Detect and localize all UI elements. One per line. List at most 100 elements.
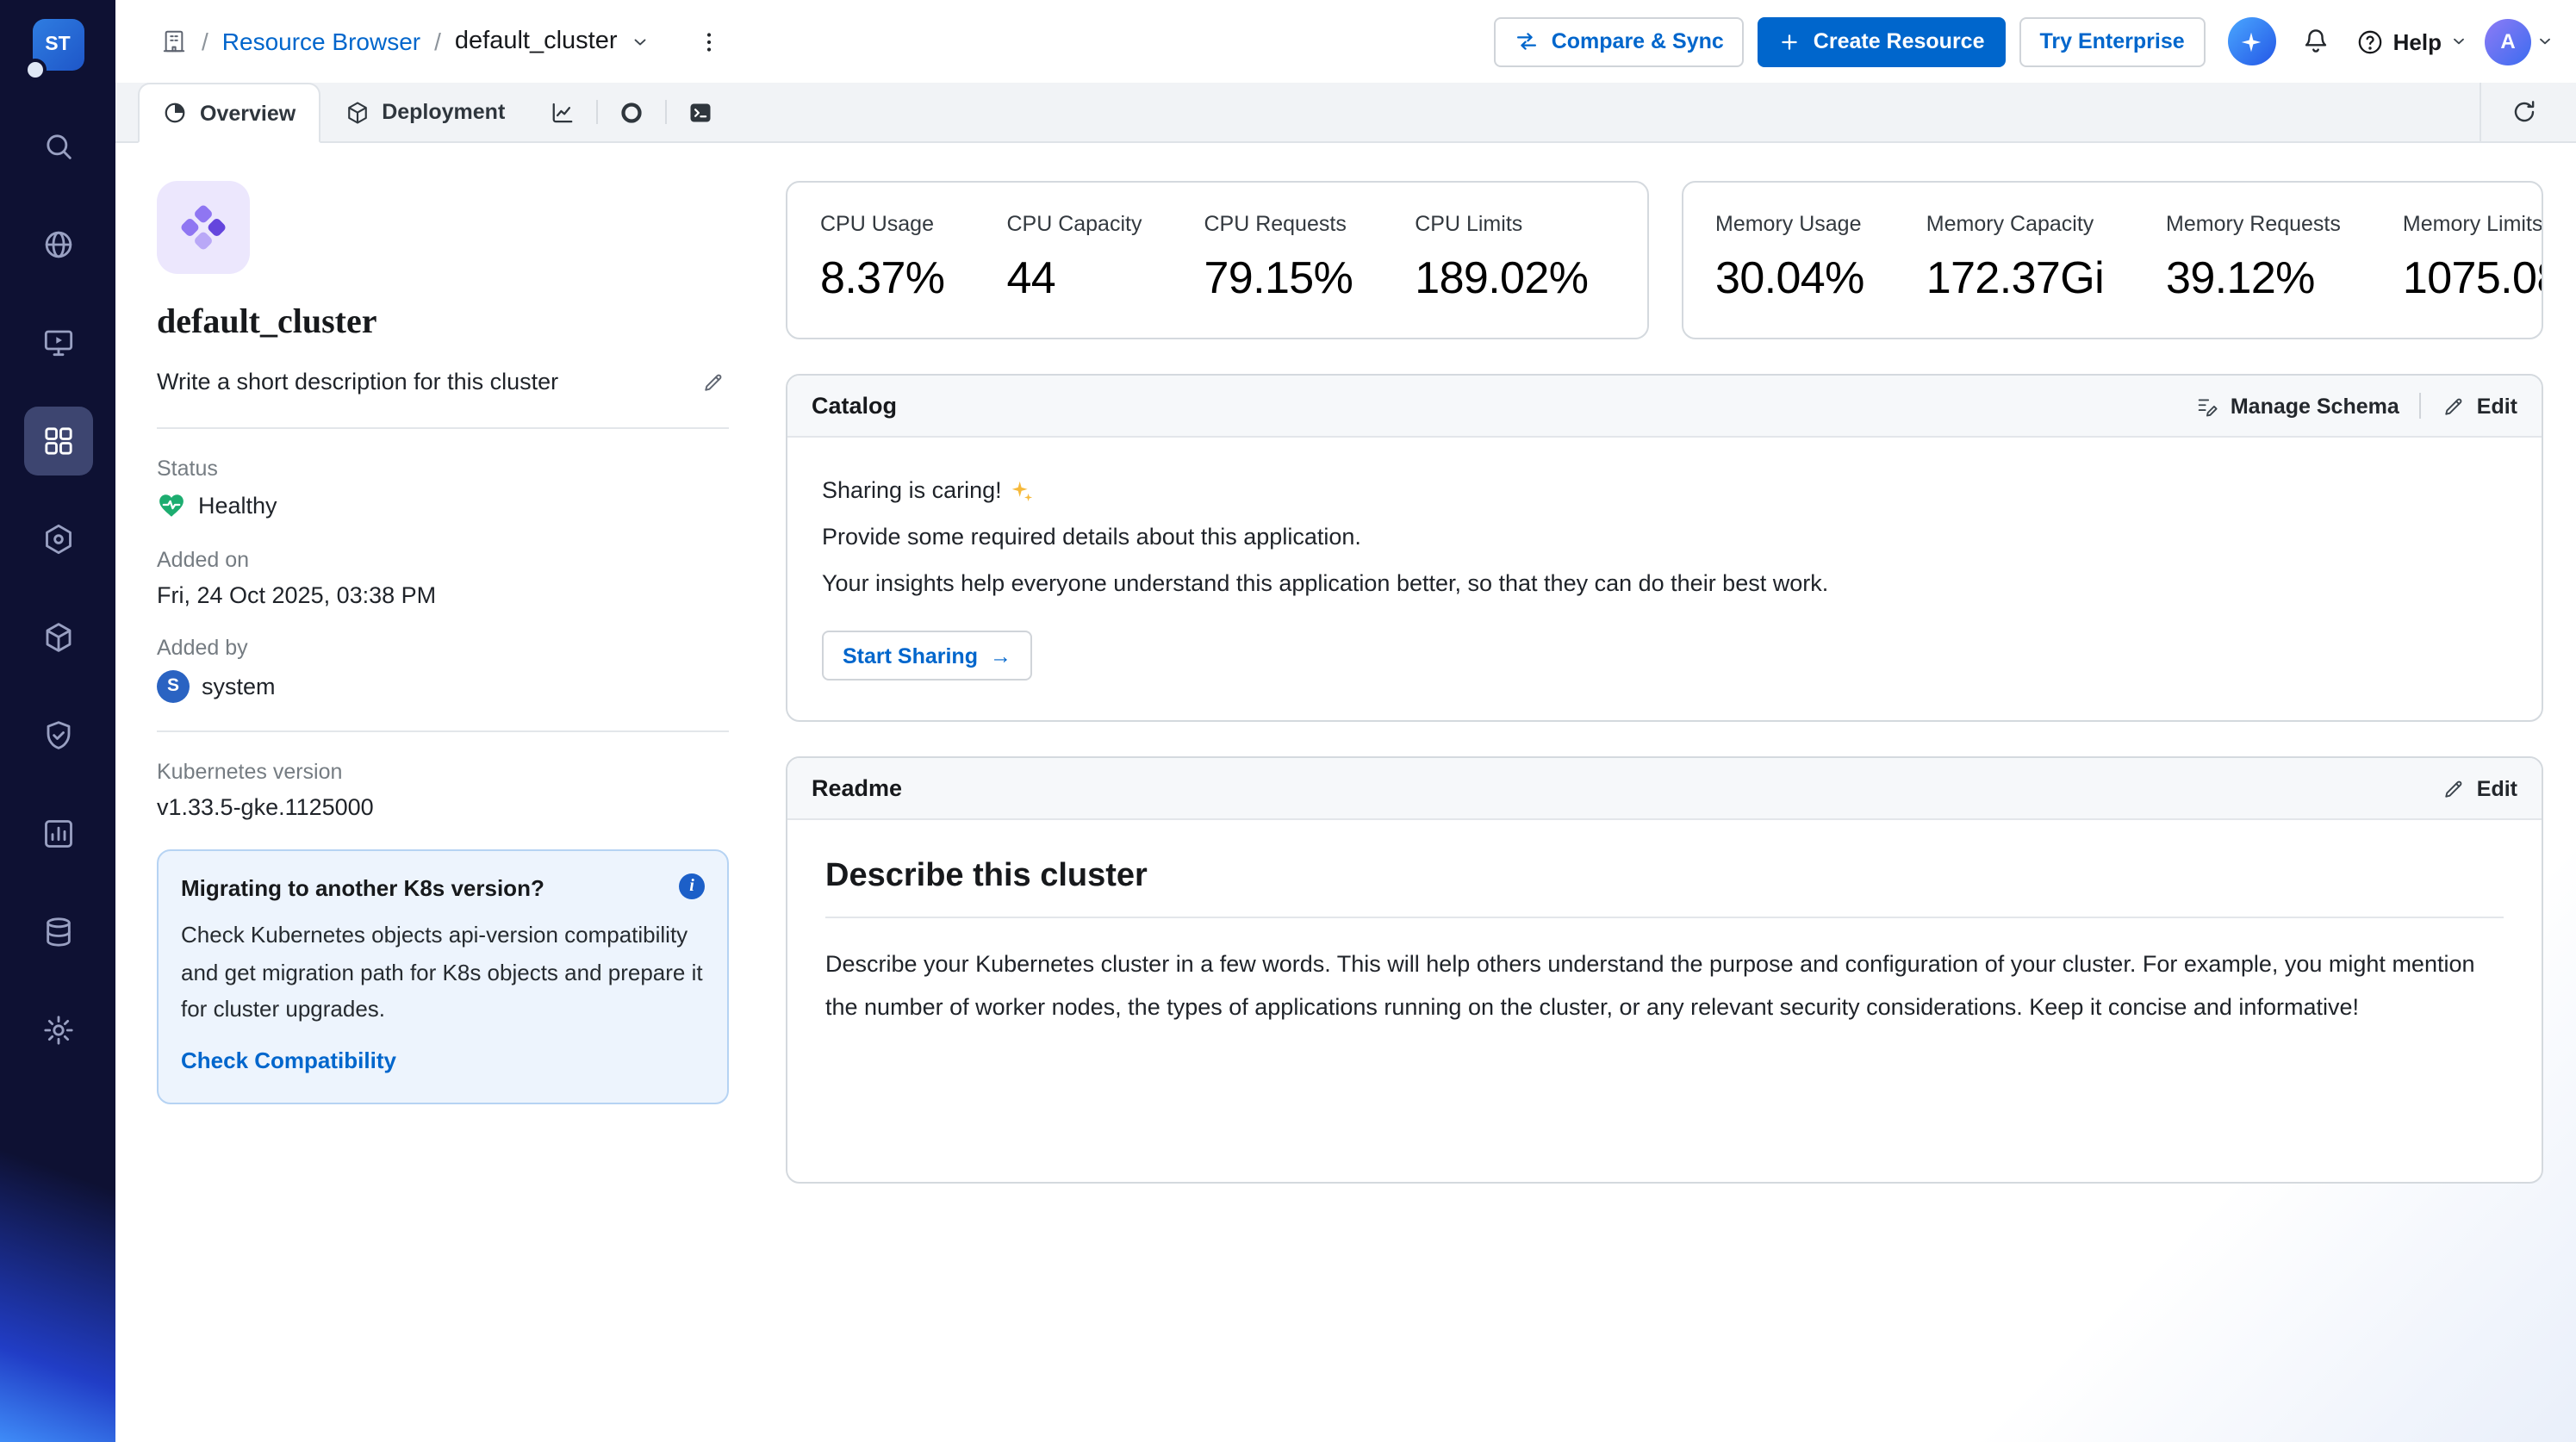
migration-card-title: Migrating to another K8s version? xyxy=(181,873,544,904)
chevron-down-icon xyxy=(2536,33,2554,50)
tab-deployment-label: Deployment xyxy=(382,100,505,124)
memory-metrics-card: Memory Usage 30.04% Memory Capacity 172.… xyxy=(1681,181,2543,339)
chevron-down-icon xyxy=(632,32,650,51)
sidebar-item-settings[interactable] xyxy=(23,996,92,1065)
status-label: Status xyxy=(157,457,756,481)
tab-overview[interactable]: Overview xyxy=(138,83,320,143)
pencil-icon xyxy=(2442,394,2467,418)
manage-schema-button[interactable]: Manage Schema xyxy=(2196,394,2399,418)
added-by-label: Added by xyxy=(157,636,756,660)
catalog-edit-button[interactable]: Edit xyxy=(2442,394,2517,418)
pencil-icon xyxy=(2442,776,2467,800)
tab-deployment[interactable]: Deployment xyxy=(320,83,529,141)
metric-cpu-usage: CPU Usage 8.37% xyxy=(820,212,944,305)
migration-card-header: Migrating to another K8s version? i xyxy=(181,873,705,904)
divider xyxy=(157,427,729,429)
metric-value: 8.37% xyxy=(820,252,944,305)
added-by-row: S system xyxy=(157,670,756,703)
catalog-title: Catalog xyxy=(812,393,897,419)
sidebar-item-chart-store[interactable] xyxy=(23,505,92,574)
help-menu[interactable]: Help xyxy=(2355,27,2467,56)
kebab-menu-icon xyxy=(696,28,722,54)
metric-cpu-capacity: CPU Capacity 44 xyxy=(1006,212,1142,305)
tab-pods[interactable] xyxy=(598,83,665,141)
sidebar-item-stack-manager[interactable] xyxy=(23,898,92,967)
breadcrumb-resource-browser-link[interactable]: Resource Browser xyxy=(222,28,420,55)
app-logo[interactable]: ST xyxy=(32,19,84,71)
catalog-card: Catalog Manage Schema xyxy=(786,374,2543,722)
refresh-button[interactable] xyxy=(2500,88,2548,136)
catalog-line-1: Sharing is caring! xyxy=(822,467,2507,513)
check-compatibility-link[interactable]: Check Compatibility xyxy=(181,1047,396,1073)
k8s-version-value: v1.33.5-gke.1125000 xyxy=(157,794,756,820)
readme-edit-button[interactable]: Edit xyxy=(2442,776,2517,800)
actions-divider xyxy=(2420,393,2422,419)
k8s-version-label: Kubernetes version xyxy=(157,760,756,784)
healthy-heart-icon xyxy=(157,491,186,520)
notifications-button[interactable] xyxy=(2290,16,2342,67)
sidebar-item-search[interactable] xyxy=(23,112,92,181)
try-enterprise-label: Try Enterprise xyxy=(2040,29,2185,53)
cluster-avatar xyxy=(157,181,250,274)
pencil-icon xyxy=(701,370,725,395)
database-stack-icon xyxy=(40,915,75,949)
added-by-avatar: S xyxy=(157,670,190,703)
migration-card-body: Check Kubernetes objects api-version com… xyxy=(181,917,705,1029)
more-options-menu[interactable] xyxy=(688,21,730,62)
catalog-body: Sharing is caring! Provide some required… xyxy=(787,438,2542,720)
try-enterprise-button[interactable]: Try Enterprise xyxy=(2019,16,2206,66)
cluster-info-panel: default_cluster Write a short descriptio… xyxy=(115,143,756,1442)
compare-sync-button[interactable]: Compare & Sync xyxy=(1495,16,1745,66)
sidebar-item-security[interactable] xyxy=(23,701,92,770)
metric-value: 44 xyxy=(1006,252,1142,305)
tab-overview-label: Overview xyxy=(200,101,296,125)
breadcrumb: / Resource Browser / default_cluster xyxy=(160,21,730,62)
cluster-tab-bar: Overview Deployment xyxy=(115,83,2576,143)
create-resource-button[interactable]: Create Resource xyxy=(1758,16,2006,66)
user-menu[interactable]: A xyxy=(2485,18,2554,65)
overview-pie-icon xyxy=(162,100,188,126)
start-sharing-button[interactable]: Start Sharing → xyxy=(822,631,1032,681)
readme-actions: Edit xyxy=(2442,776,2517,800)
sidebar-item-applications[interactable] xyxy=(23,308,92,377)
cluster-switcher-dropdown[interactable] xyxy=(632,32,650,51)
resource-browser-app: ST xyxy=(0,0,2576,1442)
metric-label: Memory Requests xyxy=(2166,212,2341,236)
globe-icon xyxy=(40,227,75,262)
user-avatar: A xyxy=(2485,18,2531,65)
sidebar-item-jobs[interactable] xyxy=(23,603,92,672)
sidebar-item-monitoring[interactable] xyxy=(23,799,92,868)
metric-value: 39.12% xyxy=(2166,252,2341,305)
readme-edit-label: Edit xyxy=(2477,776,2517,800)
metrics-row: CPU Usage 8.37% CPU Capacity 44 CPU Requ… xyxy=(786,181,2543,339)
line-chart-icon xyxy=(550,99,576,125)
plus-icon xyxy=(1779,30,1801,53)
bell-icon xyxy=(2300,26,2331,57)
catalog-line-3: Your insights help everyone understand t… xyxy=(822,560,2507,606)
edit-description-button[interactable] xyxy=(698,367,729,398)
tab-metrics[interactable] xyxy=(529,83,596,141)
metric-value: 30.04% xyxy=(1715,252,1864,305)
sidebar-nav xyxy=(23,112,92,1065)
metric-value: 1075.08% xyxy=(2403,252,2543,305)
metric-label: CPU Limits xyxy=(1415,212,1588,236)
help-circle-icon xyxy=(2355,27,2385,56)
tabbar-right xyxy=(2480,83,2559,141)
chevron-down-icon xyxy=(2450,33,2467,50)
manage-schema-label: Manage Schema xyxy=(2231,394,2399,418)
metric-memory-requests: Memory Requests 39.12% xyxy=(2166,212,2341,305)
sparkles-icon xyxy=(1011,478,1035,502)
cpu-metrics-card: CPU Usage 8.37% CPU Capacity 44 CPU Requ… xyxy=(786,181,1648,339)
sidebar-item-resource-browser[interactable] xyxy=(23,407,92,475)
gear-icon xyxy=(40,1013,75,1047)
logo-badge-icon xyxy=(23,59,46,81)
sidebar-item-global[interactable] xyxy=(23,210,92,279)
ai-assistant-button[interactable] xyxy=(2228,17,2276,65)
info-icon[interactable]: i xyxy=(679,873,705,899)
readme-paragraph: Describe your Kubernetes cluster in a fe… xyxy=(825,944,2504,1030)
cluster-name-title: default_cluster xyxy=(157,303,756,343)
sparkle-icon xyxy=(2239,28,2265,54)
catalog-line-1-text: Sharing is caring! xyxy=(822,467,1002,513)
tab-terminal[interactable] xyxy=(667,83,734,141)
metric-label: Memory Limits xyxy=(2403,212,2543,236)
